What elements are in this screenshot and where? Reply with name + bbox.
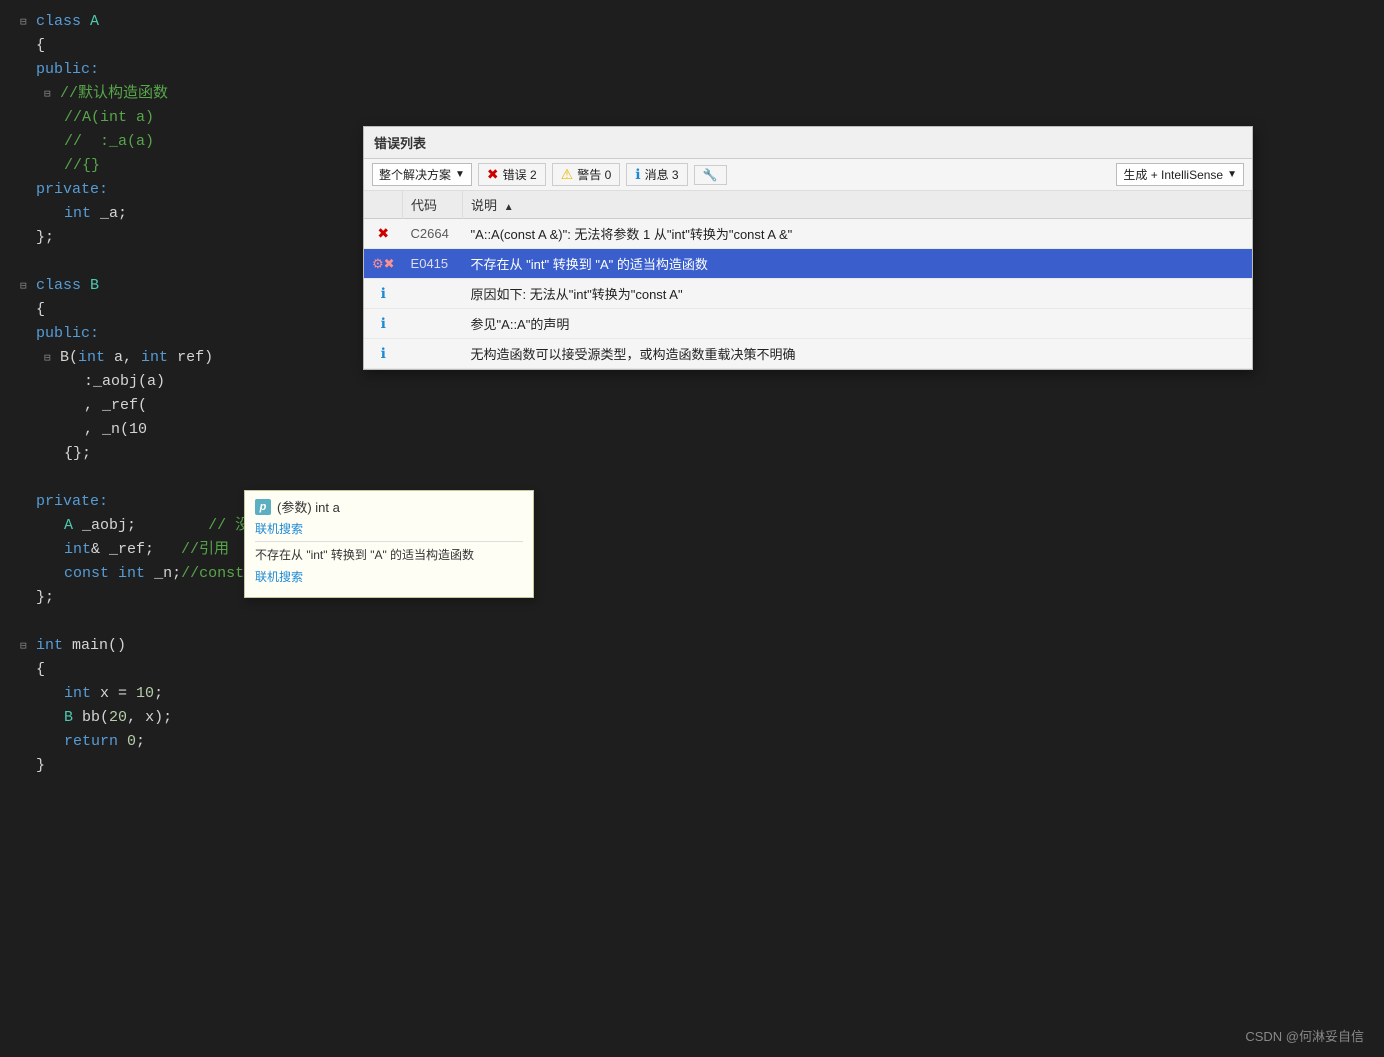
code-line: :_aobj(a) — [0, 370, 1384, 394]
code-line — [0, 466, 1384, 490]
info-desc: 无构造函数可以接受源类型，或构造函数重载决策不明确 — [463, 339, 1252, 369]
code-line: {}; — [0, 442, 1384, 466]
info-row-icon: ℹ — [381, 315, 386, 331]
spacer — [20, 495, 32, 513]
info-filter-button[interactable]: ℹ 消息 3 — [626, 163, 687, 186]
info-desc: 参见"A::A"的声明 — [463, 309, 1252, 339]
tooltip-link-1[interactable]: 联机搜索 — [255, 520, 523, 537]
info-row[interactable]: ℹ 参见"A::A"的声明 — [364, 309, 1252, 339]
collapse-icon[interactable]: ⊟ — [44, 87, 56, 105]
info-desc: 原因如下: 无法从"int"转换为"const A" — [463, 279, 1252, 309]
error-code: E0415 — [403, 249, 463, 279]
filter-toggle-button[interactable]: 🔧 — [694, 165, 727, 185]
watermark: CSDN @何淋妥自信 — [1245, 1026, 1364, 1045]
code-line: } — [0, 754, 1384, 778]
error-row[interactable]: ✖ C2664 "A::A(const A &)": 无法将参数 1 从"int… — [364, 219, 1252, 249]
info-row[interactable]: ℹ 原因如下: 无法从"int"转换为"const A" — [364, 279, 1252, 309]
filter-icon: 🔧 — [703, 168, 718, 182]
code-line: { — [0, 34, 1384, 58]
error-row-selected[interactable]: ⚙✖ E0415 不存在从 "int" 转换到 "A" 的适当构造函数 — [364, 249, 1252, 279]
error-icon: ✖ — [487, 166, 499, 183]
collapse-icon[interactable]: ⊟ — [20, 639, 32, 657]
spacer — [20, 303, 32, 321]
chevron-down-icon-2: ▼ — [1227, 169, 1237, 180]
spacer — [20, 183, 32, 201]
code-line: ⊟ class A — [0, 10, 1384, 34]
code-line: return 0; — [0, 730, 1384, 754]
code-line: public: — [0, 58, 1384, 82]
code-line: int x = 10; — [0, 682, 1384, 706]
code-line: ⊟ int main() — [0, 634, 1384, 658]
col-header-desc[interactable]: 说明 ▲ — [463, 191, 1252, 219]
code-line — [0, 610, 1384, 634]
collapse-icon[interactable]: ⊟ — [20, 279, 32, 297]
tooltip-divider — [255, 541, 523, 542]
code-line: int& _ref; //引用 — [0, 538, 1384, 562]
code-line: const int _n;//const — [0, 562, 1384, 586]
code-line: ⊟ //默认构造函数 — [0, 82, 1384, 106]
error-row-icon: ✖ — [377, 225, 389, 241]
col-header-icon — [364, 191, 403, 219]
error-panel-title: 错误列表 — [364, 127, 1252, 159]
collapse-icon[interactable]: ⊟ — [44, 351, 56, 369]
error-table: 代码 说明 ▲ ✖ C2664 "A::A(const A &)": 无法将参数… — [364, 191, 1252, 369]
code-line: { — [0, 658, 1384, 682]
info-icon: ℹ — [635, 166, 640, 183]
intellisense-error-icon: ⚙✖ — [372, 256, 395, 271]
chevron-down-icon: ▼ — [455, 169, 465, 180]
code-line: private: — [0, 490, 1384, 514]
spacer — [20, 663, 32, 681]
param-icon: p — [255, 499, 271, 515]
collapse-icon[interactable]: ⊟ — [20, 15, 32, 33]
spacer — [20, 327, 32, 345]
error-code — [403, 309, 463, 339]
code-line: }; — [0, 586, 1384, 610]
build-filter-dropdown[interactable]: 生成 + IntelliSense ▼ — [1116, 163, 1244, 186]
code-line: , _n(10 — [0, 418, 1384, 442]
error-panel-toolbar: 整个解决方案 ▼ ✖ 错误 2 ⚠ 警告 0 ℹ 消息 3 🔧 生成 + Int… — [364, 159, 1252, 191]
error-code: C2664 — [403, 219, 463, 249]
param-label: (参数) int a — [277, 497, 340, 516]
info-row-icon: ℹ — [381, 285, 386, 301]
col-header-code[interactable]: 代码 — [403, 191, 463, 219]
code-line: A _aobj; // 没有默认构造函数 — [0, 514, 1384, 538]
error-code — [403, 279, 463, 309]
warning-icon: ⚠ — [561, 166, 574, 183]
intellisense-tooltip: p (参数) int a 联机搜索 不存在从 "int" 转换到 "A" 的适当… — [244, 490, 534, 598]
spacer — [20, 591, 32, 609]
error-desc: 不存在从 "int" 转换到 "A" 的适当构造函数 — [463, 249, 1252, 279]
tooltip-link-2[interactable]: 联机搜索 — [255, 568, 523, 585]
info-row-icon: ℹ — [381, 345, 386, 361]
tooltip-header: p (参数) int a — [255, 497, 523, 516]
error-panel: 错误列表 整个解决方案 ▼ ✖ 错误 2 ⚠ 警告 0 ℹ 消息 3 🔧 生成 … — [363, 126, 1253, 370]
error-filter-button[interactable]: ✖ 错误 2 — [478, 163, 546, 186]
spacer — [20, 231, 32, 249]
info-row[interactable]: ℹ 无构造函数可以接受源类型，或构造函数重载决策不明确 — [364, 339, 1252, 369]
spacer — [20, 759, 32, 777]
code-line: B bb(20, x); — [0, 706, 1384, 730]
spacer — [20, 63, 32, 81]
spacer — [20, 39, 32, 57]
code-line: , _ref( — [0, 394, 1384, 418]
sort-arrow: ▲ — [504, 202, 514, 213]
tooltip-error-text: 不存在从 "int" 转换到 "A" 的适当构造函数 — [255, 546, 523, 564]
error-code — [403, 339, 463, 369]
error-desc: "A::A(const A &)": 无法将参数 1 从"int"转换为"con… — [463, 219, 1252, 249]
warning-filter-button[interactable]: ⚠ 警告 0 — [552, 163, 621, 186]
filter-dropdown[interactable]: 整个解决方案 ▼ — [372, 163, 472, 186]
